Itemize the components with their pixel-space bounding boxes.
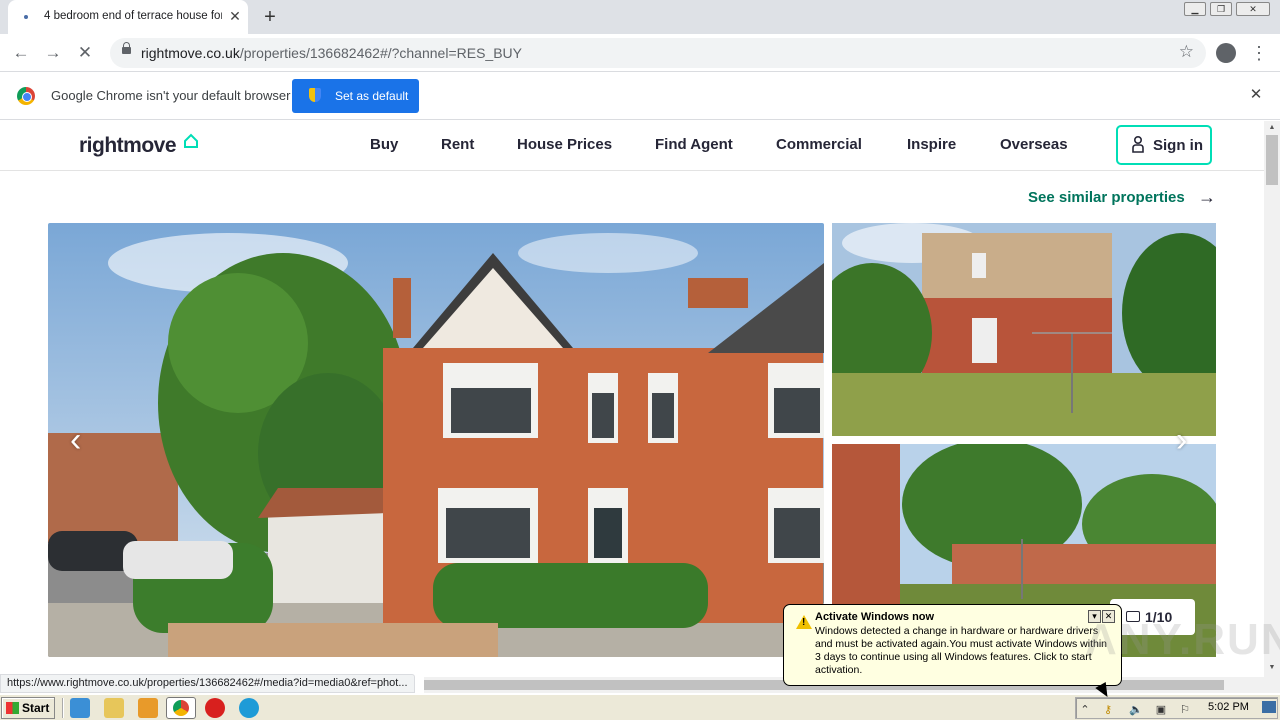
activate-windows-balloon[interactable]: Activate Windows now ▾ ✕ Windows detecte…: [783, 604, 1122, 686]
profile-avatar-icon[interactable]: [1216, 43, 1236, 63]
balloon-body: Windows detected a change in hardware or…: [815, 625, 1108, 676]
nav-find-agent[interactable]: Find Agent: [655, 136, 733, 153]
show-hidden-icons-icon[interactable]: ⌃: [1078, 703, 1092, 717]
house-logo-icon: [184, 133, 198, 148]
next-photo-icon[interactable]: ›: [1176, 421, 1187, 460]
browser-toolbar: ← → ✕ rightmove.co.uk/properties/1366824…: [0, 34, 1280, 72]
chrome-icon: [173, 700, 189, 716]
windows-taskbar: Start ⌃ ⚷ 🔈 ▣ ⚐ 5:02 PM: [0, 694, 1280, 720]
nav-commercial[interactable]: Commercial: [776, 136, 862, 153]
nav-overseas[interactable]: Overseas: [1000, 136, 1068, 153]
arrow-right-icon[interactable]: →: [1198, 187, 1216, 208]
bookmark-star-icon[interactable]: ☆: [1179, 42, 1194, 62]
set-as-default-button[interactable]: Set as default: [292, 79, 419, 113]
anyrun-watermark: ANY.RUN: [1085, 615, 1280, 664]
url-text: rightmove.co.uk/properties/136682462#/?c…: [141, 45, 522, 61]
main-property-photo[interactable]: [48, 223, 824, 657]
default-browser-infobar: Google Chrome isn't your default browser…: [0, 72, 1280, 120]
nav-rent[interactable]: Rent: [441, 136, 474, 153]
new-tab-button[interactable]: +: [258, 5, 282, 29]
set-as-default-label: Set as default: [335, 89, 409, 103]
house-front-image: [48, 223, 824, 657]
nav-buy[interactable]: Buy: [370, 136, 398, 153]
infobar-close-icon[interactable]: ✕: [1247, 86, 1265, 104]
chrome-logo-icon: [17, 87, 35, 105]
sign-in-button[interactable]: Sign in: [1116, 125, 1212, 165]
action-center-flag-icon[interactable]: ⚐: [1178, 703, 1192, 717]
garden-rear-image: [832, 223, 1216, 436]
balloon-title: Activate Windows now: [815, 611, 935, 623]
close-tab-icon[interactable]: ✕: [226, 7, 244, 25]
favicon-icon: [24, 15, 28, 19]
rightmove-logo[interactable]: rightmove: [79, 134, 177, 158]
opera-icon[interactable]: [205, 698, 225, 718]
status-bar-url: https://www.rightmove.co.uk/properties/1…: [0, 674, 415, 693]
warning-icon: [796, 615, 812, 629]
shield-icon: [309, 88, 321, 102]
activation-key-icon[interactable]: ⚷: [1101, 703, 1115, 717]
clock[interactable]: 5:02 PM: [1208, 701, 1249, 713]
browser-tab[interactable]: 4 bedroom end of terrace house for sale …: [8, 0, 248, 34]
tab-strip: 4 bedroom end of terrace house for sale …: [0, 0, 1280, 34]
taskbar-separator: [62, 698, 64, 718]
nav-house-prices[interactable]: House Prices: [517, 136, 612, 153]
internet-explorer-icon[interactable]: [70, 698, 90, 718]
chrome-taskbar-button[interactable]: [166, 697, 196, 719]
side-photo-garden-rear[interactable]: [832, 223, 1216, 436]
media-player-icon[interactable]: [138, 698, 158, 718]
start-label: Start: [22, 701, 50, 715]
minimize-button[interactable]: ▁: [1184, 2, 1206, 16]
scroll-up-icon[interactable]: ▲: [1264, 121, 1280, 135]
forward-icon[interactable]: →: [40, 40, 66, 66]
lock-icon[interactable]: [122, 42, 131, 54]
restore-button[interactable]: ❐: [1210, 2, 1232, 16]
previous-photo-icon[interactable]: ‹: [70, 421, 81, 460]
stop-loading-icon[interactable]: ✕: [72, 40, 98, 66]
page-content: rightmove Buy Rent House Prices Find Age…: [0, 121, 1264, 677]
sign-in-label: Sign in: [1153, 137, 1203, 154]
tab-title: 4 bedroom end of terrace house for sale: [44, 10, 222, 22]
close-window-button[interactable]: ✕: [1236, 2, 1270, 16]
infobar-message: Google Chrome isn't your default browser: [51, 88, 291, 103]
volume-icon[interactable]: 🔈: [1129, 703, 1143, 717]
site-header: rightmove Buy Rent House Prices Find Age…: [0, 121, 1264, 171]
folder-icon[interactable]: [104, 698, 124, 718]
address-bar[interactable]: rightmove.co.uk/properties/136682462#/?c…: [110, 38, 1206, 68]
show-desktop-icon[interactable]: [1262, 701, 1276, 713]
vertical-scrollbar[interactable]: ▲ ▼: [1264, 121, 1280, 677]
chrome-menu-icon[interactable]: ⋮: [1250, 41, 1268, 65]
network-icon[interactable]: ▣: [1154, 703, 1168, 717]
start-button[interactable]: Start: [1, 697, 55, 719]
user-icon: [1132, 136, 1144, 153]
nav-inspire[interactable]: Inspire: [907, 136, 956, 153]
back-icon[interactable]: ←: [8, 40, 34, 66]
see-similar-properties-link[interactable]: See similar properties: [1028, 189, 1185, 206]
windows-logo-icon: [6, 702, 19, 714]
edge-icon[interactable]: [239, 698, 259, 718]
scrollbar-thumb[interactable]: [1266, 135, 1278, 185]
